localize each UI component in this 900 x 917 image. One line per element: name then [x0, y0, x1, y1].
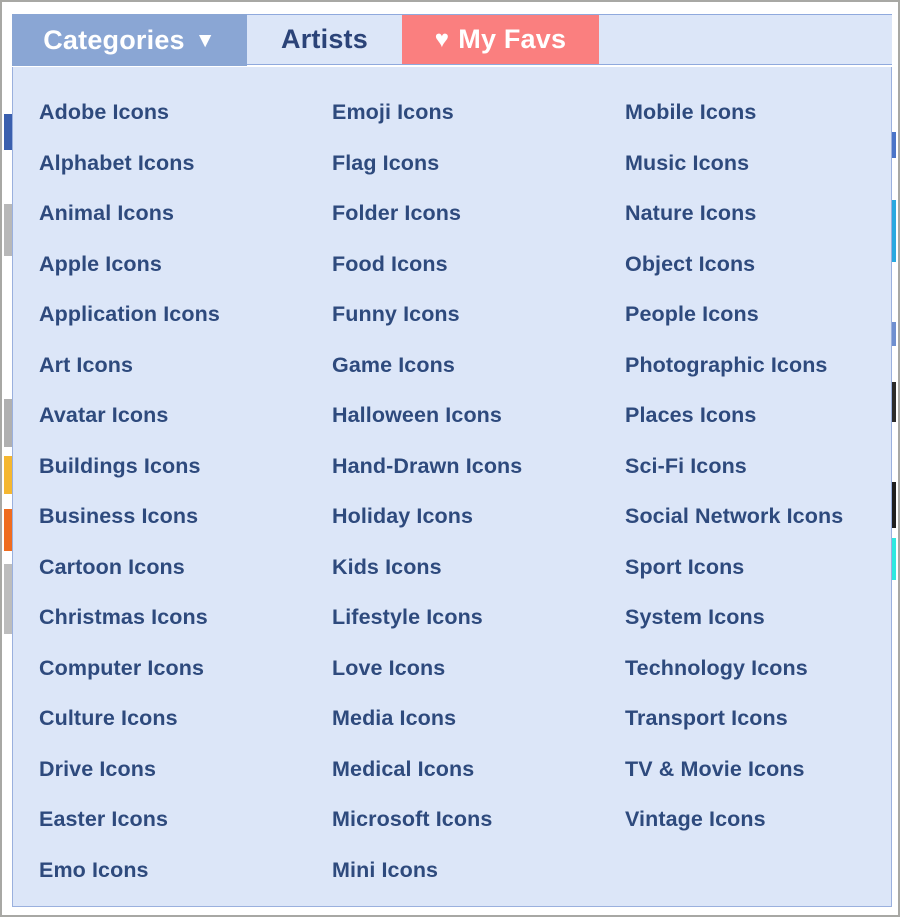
menu-item[interactable]: Culture Icons	[39, 693, 332, 744]
menu-item[interactable]: Transport Icons	[625, 693, 891, 744]
menu-item[interactable]: Food Icons	[332, 239, 625, 290]
menu-item[interactable]: Holiday Icons	[332, 491, 625, 542]
menu-item[interactable]: Alphabet Icons	[39, 138, 332, 189]
categories-dropdown-panel: Adobe Icons Alphabet Icons Animal Icons App…	[12, 67, 892, 907]
menu-item[interactable]: Media Icons	[332, 693, 625, 744]
menu-item[interactable]: Music Icons	[625, 138, 891, 189]
tab-my-favs-label: My Favs	[458, 24, 567, 54]
chevron-down-icon: ▼	[194, 29, 216, 52]
menu-item[interactable]: Flag Icons	[332, 138, 625, 189]
menu-item[interactable]: Hand-Drawn Icons	[332, 441, 625, 492]
menu-item[interactable]: Vintage Icons	[625, 794, 891, 845]
menu-item[interactable]: People Icons	[625, 289, 891, 340]
menu-item[interactable]: Art Icons	[39, 340, 332, 391]
tab-bar-filler	[599, 15, 892, 64]
menu-item[interactable]: Folder Icons	[332, 188, 625, 239]
menu-item[interactable]: Buildings Icons	[39, 441, 332, 492]
menu-item[interactable]: Nature Icons	[625, 188, 891, 239]
menu-item[interactable]: Emo Icons	[39, 845, 332, 896]
menu-item[interactable]: Places Icons	[625, 390, 891, 441]
menu-item[interactable]: Lifestyle Icons	[332, 592, 625, 643]
categories-column-1: Adobe Icons Alphabet Icons Animal Icons App…	[39, 87, 332, 895]
menu-item[interactable]: TV & Movie Icons	[625, 744, 891, 795]
menu-item[interactable]: Christmas Icons	[39, 592, 332, 643]
menu-item[interactable]: Avatar Icons	[39, 390, 332, 441]
categories-menu-grid: Adobe Icons Alphabet Icons Animal Icons App…	[13, 87, 891, 895]
page-root: Categories ▼ Artists ♥ My Favs Adobe Ico…	[0, 0, 900, 917]
menu-item[interactable]: Drive Icons	[39, 744, 332, 795]
menu-item[interactable]: Apple Icons	[39, 239, 332, 290]
menu-item[interactable]: Business Icons	[39, 491, 332, 542]
menu-item[interactable]: Emoji Icons	[332, 87, 625, 138]
menu-item[interactable]: Love Icons	[332, 643, 625, 694]
tab-bar: Categories ▼ Artists ♥ My Favs	[12, 14, 892, 66]
menu-item[interactable]: Adobe Icons	[39, 87, 332, 138]
categories-column-3: Mobile Icons Music Icons Nature Icons Objec…	[625, 87, 891, 895]
menu-item[interactable]: Cartoon Icons	[39, 542, 332, 593]
menu-item[interactable]: Medical Icons	[332, 744, 625, 795]
menu-item[interactable]: Application Icons	[39, 289, 332, 340]
tab-categories-label: Categories	[43, 24, 185, 55]
menu-item[interactable]: Social Network Icons	[625, 491, 891, 542]
menu-item[interactable]: Sport Icons	[625, 542, 891, 593]
menu-item[interactable]: Computer Icons	[39, 643, 332, 694]
tab-artists[interactable]: Artists	[247, 15, 402, 64]
menu-item[interactable]: Sci-Fi Icons	[625, 441, 891, 492]
menu-item[interactable]: Microsoft Icons	[332, 794, 625, 845]
menu-item[interactable]: Game Icons	[332, 340, 625, 391]
menu-item[interactable]: Object Icons	[625, 239, 891, 290]
heart-icon: ♥	[434, 25, 450, 53]
menu-item[interactable]: Halloween Icons	[332, 390, 625, 441]
menu-item[interactable]: Animal Icons	[39, 188, 332, 239]
menu-item[interactable]: Funny Icons	[332, 289, 625, 340]
menu-item[interactable]: Photographic Icons	[625, 340, 891, 391]
menu-item[interactable]: System Icons	[625, 592, 891, 643]
menu-item[interactable]: Kids Icons	[332, 542, 625, 593]
tab-my-favs[interactable]: ♥ My Favs	[402, 15, 599, 64]
menu-item[interactable]: Mobile Icons	[625, 87, 891, 138]
categories-column-2: Emoji Icons Flag Icons Folder Icons Food Ic…	[332, 87, 625, 895]
menu-item[interactable]: Mini Icons	[332, 845, 625, 896]
menu-item[interactable]: Easter Icons	[39, 794, 332, 845]
tab-categories[interactable]: Categories ▼	[12, 14, 247, 66]
menu-item[interactable]: Technology Icons	[625, 643, 891, 694]
tab-artists-label: Artists	[281, 24, 368, 54]
